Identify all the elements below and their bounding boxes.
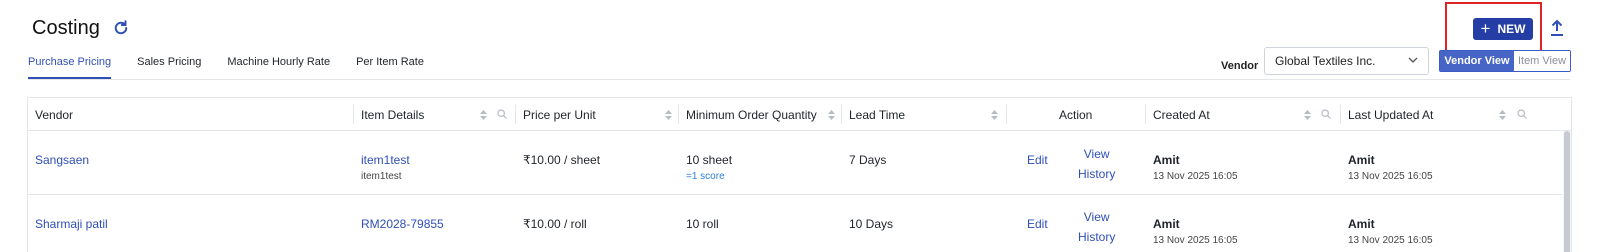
column-header-item-details: Item Details xyxy=(361,107,425,122)
view-history-link[interactable]: View History xyxy=(1078,144,1115,184)
column-header-lead-time: Lead Time xyxy=(849,107,906,122)
column-divider xyxy=(353,105,354,124)
column-divider xyxy=(841,105,842,124)
moq-conversion: =1 score xyxy=(686,171,725,182)
pricing-table: Vendor Item Details Price per Unit Minim… xyxy=(27,97,1572,252)
created-at-cell: Amit 13 Nov 2025 16:05 xyxy=(1153,153,1238,182)
item-subtitle: item1test xyxy=(361,171,402,182)
vendor-view-toggle[interactable]: Vendor View xyxy=(1440,51,1514,71)
item-view-toggle[interactable]: Item View xyxy=(1514,51,1570,71)
plus-icon: + xyxy=(1480,19,1491,38)
column-divider xyxy=(515,105,516,124)
view-history-link[interactable]: View History xyxy=(1078,207,1115,247)
chevron-down-icon xyxy=(1408,57,1418,63)
table-row: Sharmaji patil RM2028-79855 ₹10.00 / rol… xyxy=(28,196,1571,252)
price-cell: ₹10.00 / sheet xyxy=(523,153,601,167)
updated-at-cell: Amit 13 Nov 2025 16:05 xyxy=(1348,217,1433,246)
column-header-price-per-unit: Price per Unit xyxy=(523,107,596,122)
vendor-select[interactable]: Global Textiles Inc. xyxy=(1264,47,1429,75)
sort-icon[interactable] xyxy=(991,110,998,120)
moq-value: 10 sheet xyxy=(686,153,733,167)
tab-per-item-rate[interactable]: Per Item Rate xyxy=(356,50,424,78)
tab-machine-hourly-rate[interactable]: Machine Hourly Rate xyxy=(227,50,330,78)
item-link[interactable]: RM2028-79855 xyxy=(361,217,444,231)
updated-timestamp: 13 Nov 2025 16:05 xyxy=(1348,171,1433,182)
search-icon[interactable] xyxy=(1517,109,1527,119)
item-link[interactable]: item1test xyxy=(361,153,410,167)
column-header-vendor: Vendor xyxy=(35,107,74,122)
moq-cell: 10 roll xyxy=(686,217,719,231)
column-header-action: Action xyxy=(1059,107,1093,122)
search-icon[interactable] xyxy=(1321,109,1331,119)
created-at-cell: Amit 13 Nov 2025 16:05 xyxy=(1153,217,1238,246)
column-divider xyxy=(1006,105,1007,124)
tab-purchase-pricing[interactable]: Purchase Pricing xyxy=(28,50,112,79)
created-timestamp: 13 Nov 2025 16:05 xyxy=(1153,171,1238,182)
column-header-last-updated-at: Last Updated At xyxy=(1348,107,1434,122)
view-toggle: Vendor View Item View xyxy=(1439,50,1571,72)
vendor-filter-label: Vendor xyxy=(1221,60,1259,72)
sort-icon[interactable] xyxy=(828,110,835,120)
search-icon[interactable] xyxy=(497,109,507,119)
column-divider xyxy=(1145,105,1146,124)
upload-icon[interactable] xyxy=(1549,19,1565,37)
view-history-line-2: History xyxy=(1078,167,1116,181)
sort-icon[interactable] xyxy=(1499,110,1506,120)
page-title: Costing xyxy=(32,17,100,39)
column-header-created-at: Created At xyxy=(1153,107,1210,122)
sort-icon[interactable] xyxy=(480,110,487,120)
lead-time-cell: 7 Days xyxy=(849,153,887,167)
edit-link[interactable]: Edit xyxy=(1027,217,1048,231)
price-cell: ₹10.00 / roll xyxy=(523,217,587,231)
tab-sales-pricing[interactable]: Sales Pricing xyxy=(137,50,201,78)
updated-by: Amit xyxy=(1348,153,1375,167)
updated-at-cell: Amit 13 Nov 2025 16:05 xyxy=(1348,153,1433,182)
new-button-label: NEW xyxy=(1497,22,1526,36)
sort-icon[interactable] xyxy=(665,110,672,120)
created-timestamp: 13 Nov 2025 16:05 xyxy=(1153,235,1238,246)
view-history-line-1: View xyxy=(1083,147,1110,161)
vendor-link[interactable]: Sharmaji patil xyxy=(35,217,108,231)
created-by: Amit xyxy=(1153,153,1180,167)
refresh-icon[interactable] xyxy=(112,19,130,37)
updated-timestamp: 13 Nov 2025 16:05 xyxy=(1348,235,1433,246)
column-divider xyxy=(1340,105,1341,124)
column-header-moq: Minimum Order Quantity xyxy=(686,107,817,122)
edit-link[interactable]: Edit xyxy=(1027,153,1048,167)
moq-cell: 10 sheet =1 score xyxy=(686,153,732,182)
table-header: Vendor Item Details Price per Unit Minim… xyxy=(28,98,1571,131)
table-row: Sangsaen item1test item1test ₹10.00 / sh… xyxy=(28,131,1571,195)
item-details-cell: RM2028-79855 xyxy=(361,217,444,231)
item-details-cell: item1test item1test xyxy=(361,153,410,182)
view-history-line-2: History xyxy=(1078,230,1116,244)
new-button[interactable]: + NEW xyxy=(1473,18,1533,40)
vendor-select-value: Global Textiles Inc. xyxy=(1275,54,1376,68)
vendor-link[interactable]: Sangsaen xyxy=(35,153,89,167)
view-history-line-1: View xyxy=(1083,210,1110,224)
created-by: Amit xyxy=(1153,217,1180,231)
sort-icon[interactable] xyxy=(1304,110,1311,120)
tab-divider xyxy=(28,79,1570,80)
column-divider xyxy=(678,105,679,124)
tab-bar: Purchase Pricing Sales Pricing Machine H… xyxy=(28,50,450,79)
scrollbar-thumb[interactable] xyxy=(1564,131,1570,252)
lead-time-cell: 10 Days xyxy=(849,217,894,231)
updated-by: Amit xyxy=(1348,217,1375,231)
